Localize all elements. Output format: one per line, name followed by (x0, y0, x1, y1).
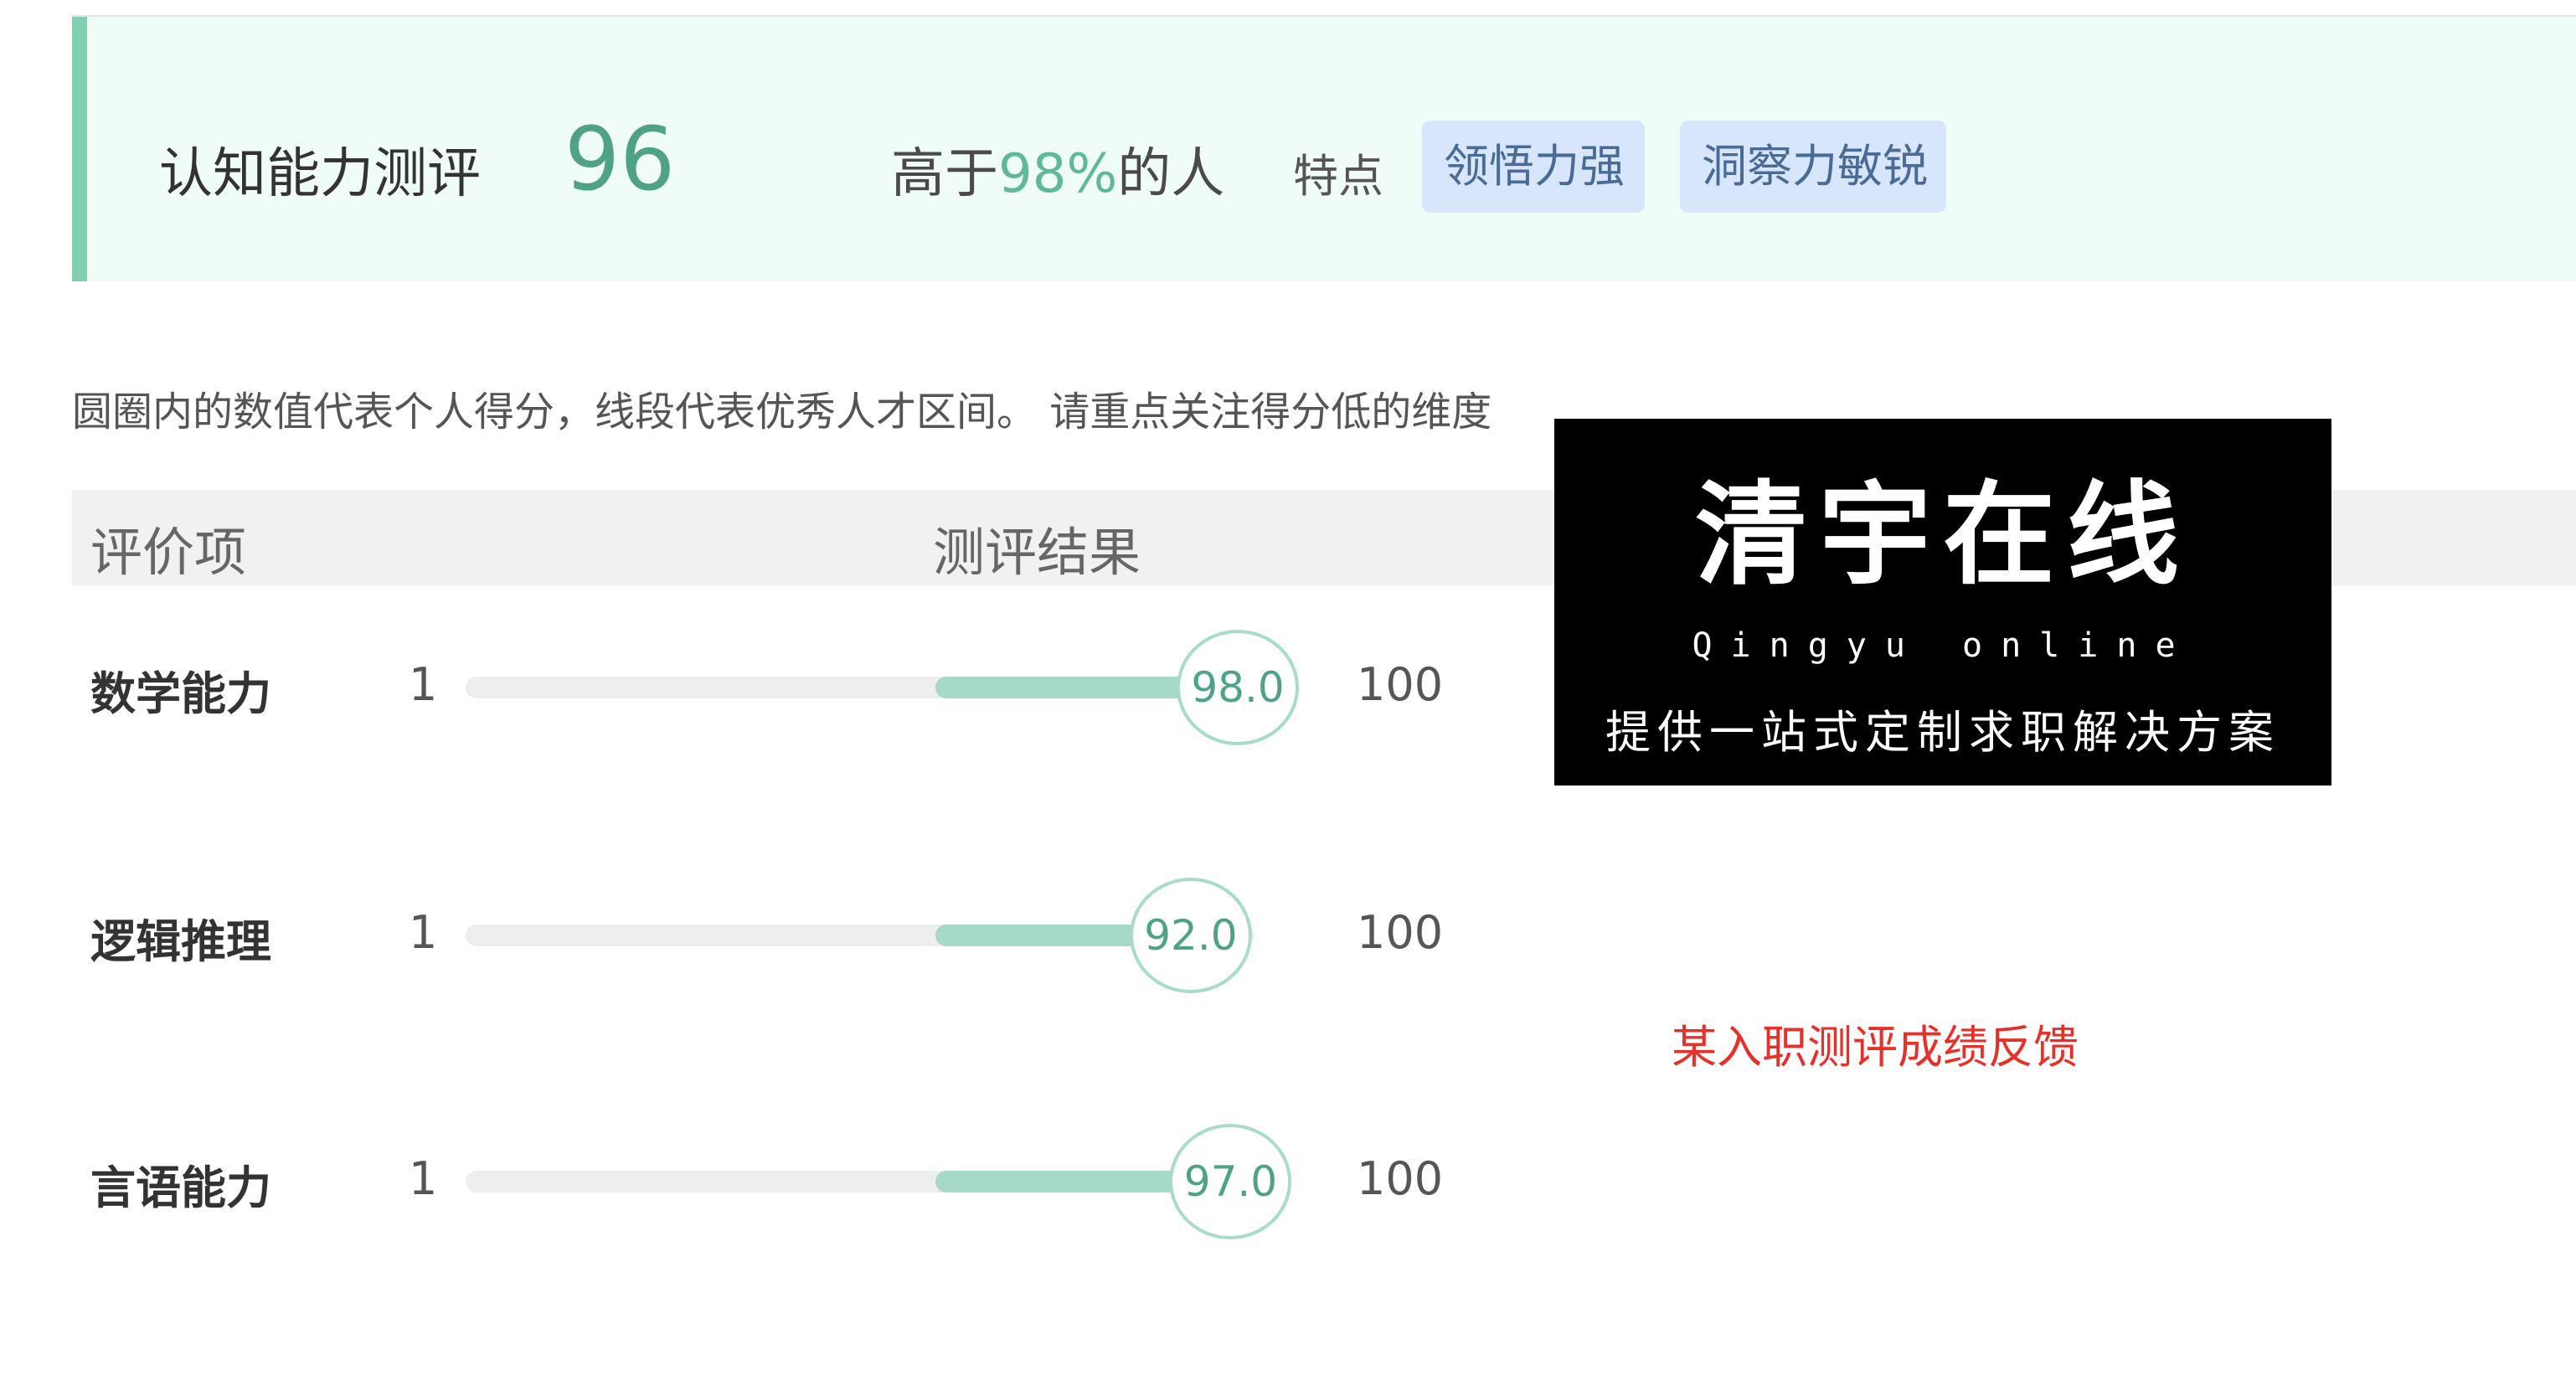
rank-text: 高于98%的人 (891, 131, 1224, 208)
watermark-title: 清宇在线 (1694, 470, 2191, 600)
rank-percent: 98% (998, 143, 1118, 205)
watermark-logo: 清宇在线 Qingyu online 提供一站式定制求职解决方案 (1554, 419, 2331, 786)
dimension-label: 逻辑推理 (90, 915, 271, 968)
traits-label: 特点 (1293, 150, 1383, 203)
result-row: 言语能力 1 97.0 100 (0, 1114, 1507, 1248)
result-row: 逻辑推理 1 92.0 100 (0, 868, 1507, 1002)
assessment-title: 认知能力测评 (159, 143, 481, 205)
instruction-note: 圆圈内的数值代表个人得分，线段代表优秀人才区间。 请重点关注得分低的维度 (72, 389, 1492, 435)
overall-score: 96 (564, 108, 676, 210)
rank-prefix: 高于 (891, 143, 998, 205)
image-caption: 某入职测评成绩反馈 (1672, 1021, 2079, 1074)
rank-suffix: 的人 (1117, 143, 1225, 205)
scale-max-label: 100 (1357, 1152, 1444, 1205)
trait-tag: 洞察力敏锐 (1680, 121, 1946, 213)
dimension-label: 言语能力 (90, 1162, 271, 1214)
scale-max-label: 100 (1357, 906, 1444, 959)
score-bubble: 98.0 (1177, 630, 1299, 745)
watermark-tagline: 提供一站式定制求职解决方案 (1605, 706, 2280, 759)
scale-max-label: 100 (1357, 658, 1444, 711)
dimension-label: 数学能力 (90, 667, 271, 720)
watermark-subtitle: Qingyu online (1692, 626, 2194, 665)
summary-banner: 认知能力测评 96 高于98%的人 特点 领悟力强 洞察力敏锐 (72, 17, 2576, 281)
column-header-result: 测评结果 (933, 522, 1141, 583)
score-bubble: 97.0 (1169, 1124, 1292, 1239)
trait-tag: 领悟力强 (1422, 121, 1645, 213)
score-bubble: 92.0 (1129, 878, 1252, 993)
column-header-item: 评价项 (90, 522, 247, 583)
scale-min-label: 1 (409, 1152, 438, 1205)
result-row: 数学能力 1 98.0 100 (0, 620, 1507, 754)
scale-min-label: 1 (409, 906, 438, 959)
scale-min-label: 1 (409, 658, 438, 711)
